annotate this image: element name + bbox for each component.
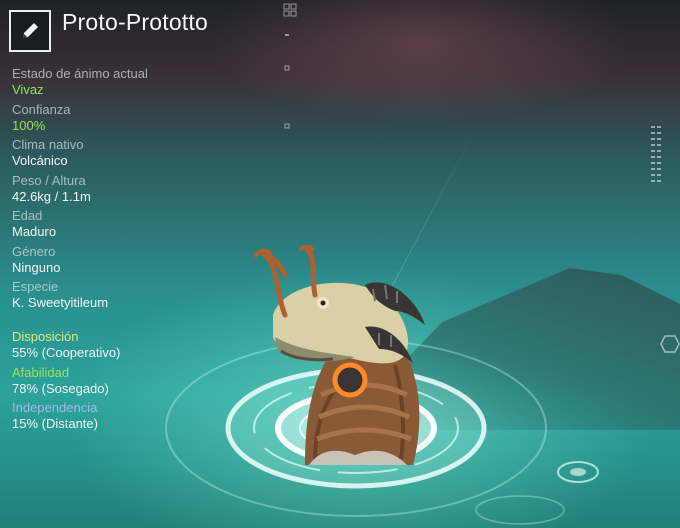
side-scale-icon — [651, 126, 661, 182]
stat-value: Maduro — [12, 224, 57, 239]
trait-friendliness: Afabilidad 78% (Sosegado) — [12, 365, 232, 397]
trait-value: 55% (Cooperativo) — [12, 345, 121, 360]
stat-value: 100% — [12, 117, 46, 133]
edit-name-button[interactable] — [9, 10, 51, 52]
stat-mood: Estado de ánimo actual Vivaz — [12, 66, 232, 98]
stat-value: Vivaz — [12, 82, 44, 97]
stat-value: 42.6kg / 1.1m — [12, 188, 91, 204]
stat-value: K. Sweetyitileum — [12, 295, 109, 310]
hexagon-icon — [660, 335, 680, 353]
trait-value: 78% (Sosegado) — [12, 380, 109, 396]
trait-label: Independencia — [12, 400, 98, 415]
trait-disposition: Disposición 55% (Cooperativo) — [12, 329, 232, 361]
stat-label: Estado de ánimo actual — [12, 66, 148, 81]
stat-value: Volcánico — [12, 153, 68, 168]
trait-label: Disposición — [12, 329, 79, 344]
trait-independence: Independencia 15% (Distante) — [12, 400, 232, 432]
hud-marks — [283, 3, 297, 129]
stat-weight-height: Peso / Altura 42.6kg / 1.1m — [12, 173, 232, 205]
personality-traits: Disposición 55% (Cooperativo) Afabilidad… — [12, 329, 232, 436]
trait-label: Afabilidad — [12, 364, 70, 380]
stat-label: Edad — [12, 208, 43, 223]
stat-label: Confianza — [12, 101, 71, 117]
trait-value: 15% (Distante) — [12, 416, 98, 431]
stat-gender: Género Ninguno — [12, 244, 232, 276]
stat-age: Edad Maduro — [12, 208, 232, 240]
pencil-icon — [23, 23, 38, 38]
stat-label: Género — [12, 243, 56, 259]
stat-label: Peso / Altura — [12, 172, 86, 188]
stat-climate: Clima nativo Volcánico — [12, 137, 232, 169]
stat-trust: Confianza 100% — [12, 102, 232, 134]
creature-name: Proto-Prototto — [62, 9, 208, 35]
stat-value: Ninguno — [12, 259, 61, 275]
creature-model — [253, 245, 425, 465]
stat-label: Clima nativo — [12, 137, 84, 152]
stat-species: Especie K. Sweetyitileum — [12, 279, 232, 311]
stat-label: Especie — [12, 279, 59, 294]
creature-stats: Estado de ánimo actual Vivaz Confianza 1… — [12, 66, 232, 315]
